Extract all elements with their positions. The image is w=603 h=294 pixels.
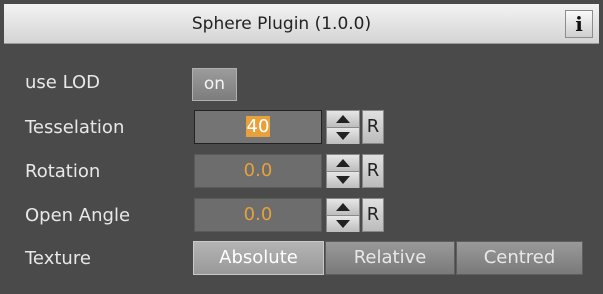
tesselation-value: 40: [245, 116, 271, 137]
texture-centred-button[interactable]: Centred: [456, 241, 583, 275]
rotation-input[interactable]: 0.0: [194, 154, 322, 188]
arrow-up-icon[interactable]: [327, 111, 359, 128]
arrow-down-icon[interactable]: [327, 128, 359, 144]
tesselation-reset-button[interactable]: R: [362, 110, 384, 144]
arrow-up-icon[interactable]: [327, 155, 359, 172]
texture-relative-button[interactable]: Relative: [325, 241, 455, 275]
open-angle-input[interactable]: 0.0: [194, 198, 322, 232]
title-bar: Sphere Plugin (1.0.0) i: [4, 4, 599, 44]
open-angle-label: Open Angle: [25, 205, 131, 226]
info-icon[interactable]: i: [565, 10, 593, 38]
open-angle-reset-button[interactable]: R: [362, 198, 384, 232]
open-angle-spinner[interactable]: [326, 198, 360, 232]
texture-label: Texture: [25, 248, 91, 269]
tesselation-label: Tesselation: [25, 117, 125, 138]
rotation-reset-button[interactable]: R: [362, 154, 384, 188]
sphere-plugin-panel: Sphere Plugin (1.0.0) i use LOD on Tesse…: [0, 0, 603, 294]
arrow-up-icon[interactable]: [327, 199, 359, 216]
arrow-down-icon[interactable]: [327, 172, 359, 188]
use-lod-toggle[interactable]: on: [192, 68, 237, 101]
panel-title: Sphere Plugin (1.0.0): [191, 14, 372, 34]
use-lod-label: use LOD: [25, 72, 100, 93]
arrow-down-icon[interactable]: [327, 216, 359, 232]
tesselation-input[interactable]: 40: [194, 110, 322, 144]
tesselation-spinner[interactable]: [326, 110, 360, 144]
rotation-label: Rotation: [25, 161, 101, 182]
texture-absolute-button[interactable]: Absolute: [193, 241, 324, 275]
rotation-spinner[interactable]: [326, 154, 360, 188]
